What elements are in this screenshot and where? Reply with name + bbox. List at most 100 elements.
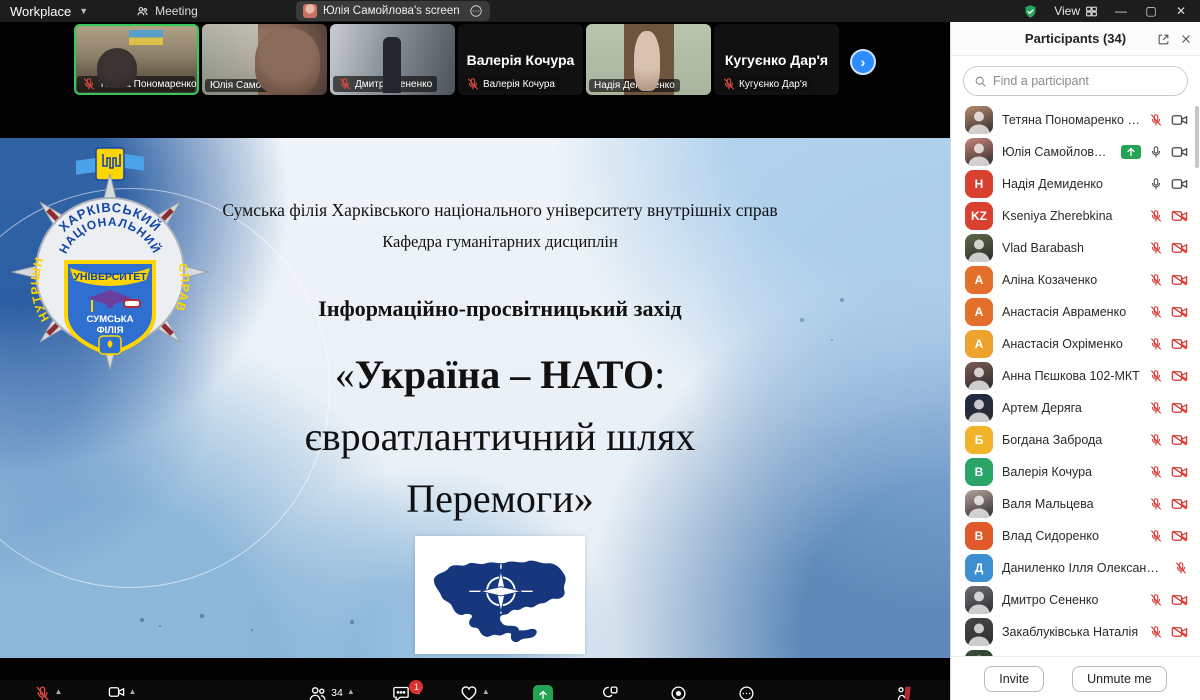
mic-muted-icon [1149, 401, 1163, 415]
video-tile[interactable]: Юлія Самойлова [202, 24, 327, 95]
unmute-me-button[interactable]: Unmute me [1072, 665, 1167, 692]
avatar: А [965, 330, 993, 358]
video-button[interactable]: ▲Video [96, 680, 148, 700]
camera-off-icon [1171, 209, 1188, 223]
participant-row[interactable]: Ірина Яременко [951, 648, 1200, 656]
leave-icon [895, 685, 913, 700]
video-tile[interactable]: Кугуєнко Дар'я Кугуєнко Дар'я [714, 24, 839, 95]
tab-shared-screen[interactable]: Юлія Самойлова's screen [296, 1, 490, 21]
participant-row[interactable]: Тетяна Пономаренко (Me) [951, 104, 1200, 136]
avatar: KZ [965, 202, 993, 230]
scrollbar[interactable] [1195, 106, 1199, 168]
svg-text:СУМСЬКА: СУМСЬКА [87, 314, 134, 325]
react-button[interactable]: ▲React [449, 680, 501, 700]
participant-row[interactable]: Vlad Barabash [951, 232, 1200, 264]
participant-count: 34 [331, 686, 343, 699]
share-icon [532, 684, 553, 700]
tab-options-icon[interactable] [469, 4, 483, 18]
popout-icon[interactable] [1157, 33, 1170, 46]
chevron-up-icon[interactable]: ▲ [347, 687, 355, 696]
video-tile[interactable]: Валерія Кочура Валерія Кочура [458, 24, 583, 95]
slide-event-type: Інформаційно-просвітницький захід [318, 296, 682, 321]
camera-off-icon [1171, 625, 1188, 639]
camera-off-icon [1171, 529, 1188, 543]
avatar: В [965, 522, 993, 550]
mic-muted-icon [1149, 209, 1163, 223]
participant-name: Дмитро Сененко [1002, 593, 1099, 607]
avatar: А [965, 266, 993, 294]
mic-on-icon [1149, 177, 1163, 191]
video-tile[interactable]: Надія Демиденко [586, 24, 711, 95]
participant-name: Валерія Кочура [1002, 465, 1092, 479]
participant-row[interactable]: Валя Мальцева [951, 488, 1200, 520]
tab-meeting[interactable]: Meeting [136, 4, 198, 18]
meeting-stage: Тетяна Пономаренко Юлія Самойлова Дмитро С… [0, 22, 950, 700]
participant-name: Влад Сидоренко [1002, 529, 1099, 543]
chevron-up-icon[interactable]: ▲ [482, 687, 490, 696]
next-videos-button[interactable]: › [850, 49, 876, 75]
participant-row[interactable]: Артем Деряга [951, 392, 1200, 424]
search-input[interactable] [993, 74, 1177, 88]
audio-button[interactable]: ▲Audio [22, 680, 74, 700]
titlebar: Workplace ▼ Meeting Юлія Самойлова's scr… [0, 0, 1200, 22]
camera-off-icon [1171, 273, 1188, 287]
participant-row[interactable]: Юлія Самойлова (Host) [951, 136, 1200, 168]
chat-button[interactable]: ▲1Chat [381, 680, 433, 700]
video-tile[interactable]: Тетяна Пономаренко [74, 24, 199, 95]
participants-footer: Invite Unmute me [951, 656, 1200, 700]
workplace-menu[interactable]: Workplace ▼ [0, 4, 88, 19]
participant-row[interactable]: Д Даниленко Ілля Олександрович [951, 552, 1200, 584]
invite-button[interactable]: Invite [984, 665, 1045, 692]
camera-on-icon [1171, 177, 1188, 191]
search-icon [975, 76, 986, 87]
avatar: Б [965, 426, 993, 454]
participant-name: Анастасія Охріменко [1002, 337, 1123, 351]
slide-org-line2: Кафедра гуманітарних дисциплін [382, 232, 618, 251]
meeting-window: Workplace ▼ Meeting Юлія Самойлова's scr… [0, 0, 1200, 700]
muted-mic-icon [82, 77, 96, 91]
slide-text-block: Сумська філія Харківського національного… [170, 138, 830, 658]
mic-muted-icon [1149, 593, 1163, 607]
participants-button[interactable]: 34▲Participants [298, 680, 365, 700]
tab-meeting-label: Meeting [155, 4, 198, 18]
participant-row[interactable]: А Аліна Козаченко [951, 264, 1200, 296]
video-tile[interactable]: Дмитро Сененко [330, 24, 455, 95]
slide-main-title: «Україна – НАТО: євроатлантичний шлях Пе… [304, 352, 696, 521]
share-button[interactable]: Share [517, 680, 569, 700]
minimize-button[interactable]: — [1114, 4, 1128, 18]
close-panel-icon[interactable] [1180, 33, 1192, 45]
avatar: Д [965, 554, 993, 582]
view-button[interactable]: View [1054, 4, 1098, 18]
participant-name: Kseniya Zherebkina [1002, 209, 1113, 223]
avatar [965, 138, 993, 166]
ukraine-nato-map [415, 536, 585, 654]
participant-row[interactable]: А Анастасія Охріменко [951, 328, 1200, 360]
apps-icon [602, 685, 619, 700]
maximize-button[interactable]: ▢ [1144, 4, 1158, 18]
participant-row[interactable]: Дмитро Сененко [951, 584, 1200, 616]
participant-row[interactable]: Закаблуківська Наталія [951, 616, 1200, 648]
security-shield-icon[interactable] [1023, 4, 1038, 19]
participant-row[interactable]: Б Богдана Заброда [951, 424, 1200, 456]
avatar [303, 4, 317, 18]
close-button[interactable]: ✕ [1174, 4, 1188, 18]
camera-off-icon [1171, 401, 1188, 415]
svg-text:ФІЛІЯ: ФІЛІЯ [97, 325, 124, 336]
tile-name-label: Тетяна Пономаренко [77, 76, 197, 92]
leave-button[interactable]: Leave [878, 680, 930, 700]
apps-button[interactable]: Apps [585, 680, 637, 700]
chevron-up-icon[interactable]: ▲ [129, 687, 137, 696]
search-box [963, 66, 1188, 96]
participant-row[interactable]: KZ Kseniya Zherebkina [951, 200, 1200, 232]
camera-on-icon [1171, 113, 1188, 127]
participant-row[interactable]: Анна Пєшкова 102-МКТ [951, 360, 1200, 392]
chevron-up-icon[interactable]: ▲ [55, 687, 63, 696]
more-button[interactable]: More [721, 680, 773, 700]
participant-row[interactable]: В Валерія Кочура [951, 456, 1200, 488]
participant-row[interactable]: В Влад Сидоренко [951, 520, 1200, 552]
record-button[interactable]: Record [653, 680, 705, 700]
participant-row[interactable]: Н Надія Демиденко [951, 168, 1200, 200]
view-label: View [1054, 4, 1080, 18]
participant-row[interactable]: А Анастасія Авраменко [951, 296, 1200, 328]
participant-name: Юлія Самойлова (Host) [1002, 145, 1112, 159]
